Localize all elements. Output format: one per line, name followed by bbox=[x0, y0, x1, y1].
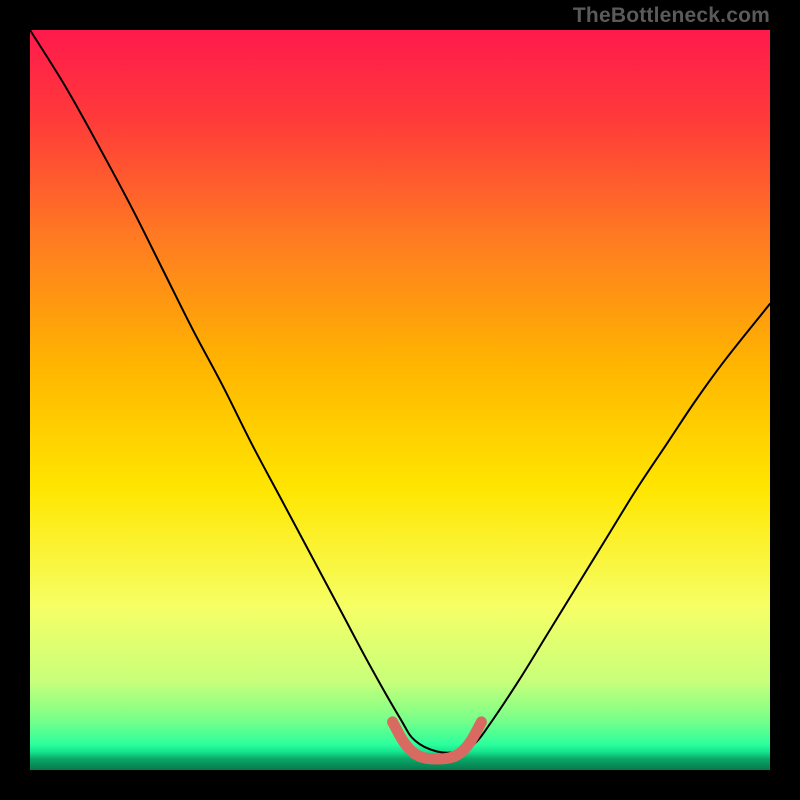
plot-area bbox=[30, 30, 770, 770]
chart-frame: TheBottleneck.com bbox=[0, 0, 800, 800]
bottleneck-curve bbox=[30, 30, 770, 753]
curve-layer bbox=[30, 30, 770, 770]
watermark-text: TheBottleneck.com bbox=[573, 4, 770, 28]
